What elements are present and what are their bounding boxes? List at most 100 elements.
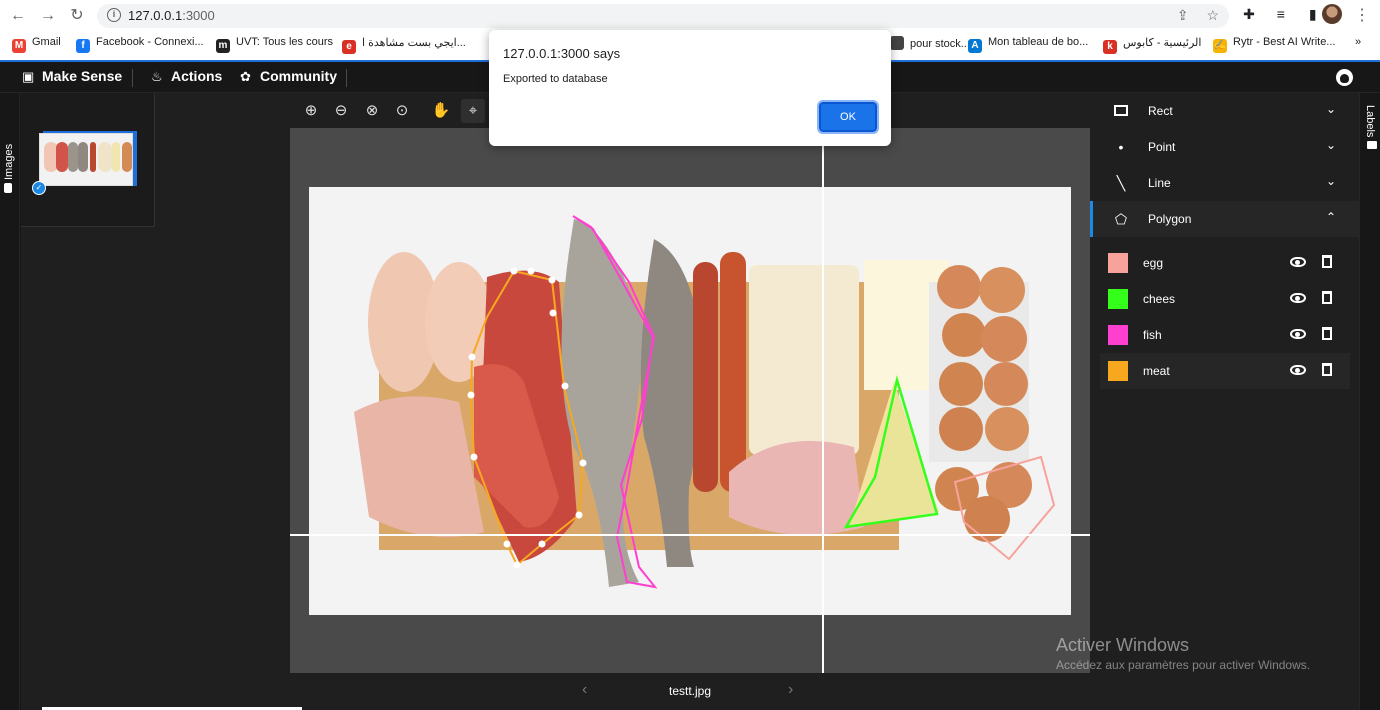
point-icon: • (1118, 139, 1124, 155)
actions-menu[interactable]: ♨ Actions (151, 68, 222, 85)
zoom-max-icon[interactable]: ⊙ (390, 99, 414, 123)
tool-line[interactable]: ╲ Line ⌄ (1090, 165, 1359, 201)
eye-icon[interactable] (1290, 293, 1306, 303)
facebook-icon: f (76, 39, 90, 53)
annotated-image[interactable] (309, 187, 1071, 615)
image-content (354, 215, 1056, 589)
sausage (693, 262, 718, 492)
star-icon[interactable]: ☆ (1206, 7, 1219, 23)
windows-activation-message: Accédez aux paramètres pour activer Wind… (1056, 658, 1311, 672)
dialog-title: 127.0.0.1:3000 says (503, 46, 621, 61)
zoom-out-icon[interactable]: ⊖ (329, 99, 353, 123)
image-thumbnail[interactable] (39, 133, 133, 186)
rytr-icon: ✍ (1213, 39, 1227, 53)
images-tab-label: Images (3, 144, 15, 193)
eye-icon[interactable] (1290, 257, 1306, 267)
community-menu[interactable]: ✿ Community (240, 68, 337, 85)
chevron-down-icon[interactable]: ⌄ (1326, 102, 1336, 116)
label-item-meat[interactable]: meat (1100, 353, 1350, 389)
moodle-icon: m (216, 39, 230, 53)
eye-icon[interactable] (1290, 329, 1306, 339)
label-name[interactable]: chees (1143, 292, 1175, 306)
image-thumbnail-item[interactable]: ✓ (21, 93, 155, 227)
delete-icon[interactable] (1322, 363, 1332, 376)
github-icon[interactable] (1336, 69, 1353, 86)
delete-icon[interactable] (1322, 327, 1332, 340)
forward-icon[interactable]: → (38, 6, 58, 26)
reload-icon[interactable]: ↻ (67, 6, 87, 26)
label-name[interactable]: egg (1143, 256, 1163, 270)
logo-icon: ▣ (22, 69, 35, 84)
bookmark-item[interactable]: m UVT: Tous les cours (216, 36, 333, 53)
azure-icon: A (968, 39, 982, 53)
bookmark-label: Rytr - Best AI Write... (1233, 36, 1336, 48)
egg (985, 407, 1029, 451)
delete-icon[interactable] (1322, 291, 1332, 304)
media-icon[interactable]: ≡ (1270, 6, 1292, 22)
site-info-icon[interactable]: i (107, 8, 121, 22)
share-icon[interactable]: ⇪ (1177, 7, 1189, 23)
flame-icon: ♨ (151, 69, 163, 84)
profile-avatar[interactable] (1322, 4, 1342, 24)
bookmark-item[interactable]: pour stock... (890, 36, 970, 50)
tool-rect[interactable]: Rect ⌄ (1090, 93, 1359, 129)
label-item-egg[interactable]: egg (1100, 245, 1350, 281)
label-name[interactable]: meat (1143, 364, 1170, 378)
divider (132, 69, 133, 87)
bookmark-item[interactable]: f Facebook - Connexi... (76, 36, 204, 53)
extensions-icon[interactable]: ✚ (1238, 6, 1260, 23)
egg (939, 407, 983, 451)
images-side-tab[interactable]: Images (0, 93, 20, 710)
zoom-in-icon[interactable]: ⊕ (299, 99, 323, 123)
chevron-up-icon[interactable]: ⌃ (1326, 210, 1336, 224)
ok-button[interactable]: OK (817, 100, 879, 134)
dialog-message: Exported to database (503, 73, 608, 85)
hand-icon[interactable]: ✋ (429, 99, 453, 123)
tool-polygon[interactable]: ⬠ Polygon ⌃ (1090, 201, 1359, 237)
tool-point[interactable]: • Point ⌄ (1090, 129, 1359, 165)
checked-icon: ✓ (32, 181, 46, 195)
sidepanel-icon[interactable]: ▮ (1302, 6, 1324, 23)
label-color-swatch[interactable] (1108, 253, 1128, 273)
labels-panel: Rect ⌄ • Point ⌄ ╲ Line ⌄ ⬠ Polygon ⌃ eg… (1090, 93, 1359, 710)
label-item-fish[interactable]: fish (1100, 317, 1350, 353)
chevron-down-icon[interactable]: ⌄ (1326, 138, 1336, 152)
chevron-down-icon[interactable]: ⌄ (1326, 174, 1336, 188)
label-color-swatch[interactable] (1108, 361, 1128, 381)
label-item-chees[interactable]: chees (1100, 281, 1350, 317)
bookmark-item[interactable]: e ايجي بست مشاهدة ا... (342, 36, 466, 54)
tool-label: Polygon (1148, 212, 1192, 226)
eye-icon[interactable] (1290, 365, 1306, 375)
bookmark-item[interactable]: k الرئيسية - كابوس (1103, 36, 1201, 54)
bookmark-item[interactable]: M Gmail (12, 36, 61, 53)
labels-side-tab[interactable]: Labels (1359, 93, 1380, 710)
delete-icon[interactable] (1322, 255, 1332, 268)
next-image-icon[interactable]: › (788, 681, 793, 699)
bookmarks-overflow-button[interactable]: » (1355, 36, 1361, 48)
back-icon[interactable]: ← (8, 6, 28, 26)
crosshair-icon[interactable]: ⌖ (461, 99, 485, 123)
egg (984, 362, 1028, 406)
address-bar[interactable]: i 127.0.0.1:3000 ⇪ ☆ (97, 4, 1229, 28)
bookmark-item[interactable]: ✍ Rytr - Best AI Write... (1213, 36, 1335, 53)
sliced-cheese (749, 265, 859, 455)
community-label: Community (260, 68, 337, 84)
cursor-crosshair-vertical (822, 128, 824, 673)
zoom-fit-icon[interactable]: ⊗ (360, 99, 384, 123)
windows-activation-title: Activer Windows (1056, 635, 1190, 655)
clipboard-icon (1367, 141, 1377, 150)
image-filename: testt.jpg (668, 684, 712, 698)
bookmark-label: pour stock... (910, 38, 970, 50)
brand-button[interactable]: ▣ Make Sense (22, 68, 122, 85)
chicken-breast (425, 262, 493, 382)
label-name[interactable]: fish (1143, 328, 1162, 342)
egg (942, 313, 986, 357)
menu-icon[interactable]: ⋮ (1352, 6, 1372, 26)
label-color-swatch[interactable] (1108, 289, 1128, 309)
labels-tab-label: Labels (1364, 105, 1377, 150)
bookmark-item[interactable]: A Mon tableau de bo... (968, 36, 1088, 53)
annotation-canvas[interactable] (290, 128, 1090, 673)
bookmark-label: Gmail (32, 36, 61, 48)
egybest-icon: e (342, 40, 356, 54)
label-color-swatch[interactable] (1108, 325, 1128, 345)
